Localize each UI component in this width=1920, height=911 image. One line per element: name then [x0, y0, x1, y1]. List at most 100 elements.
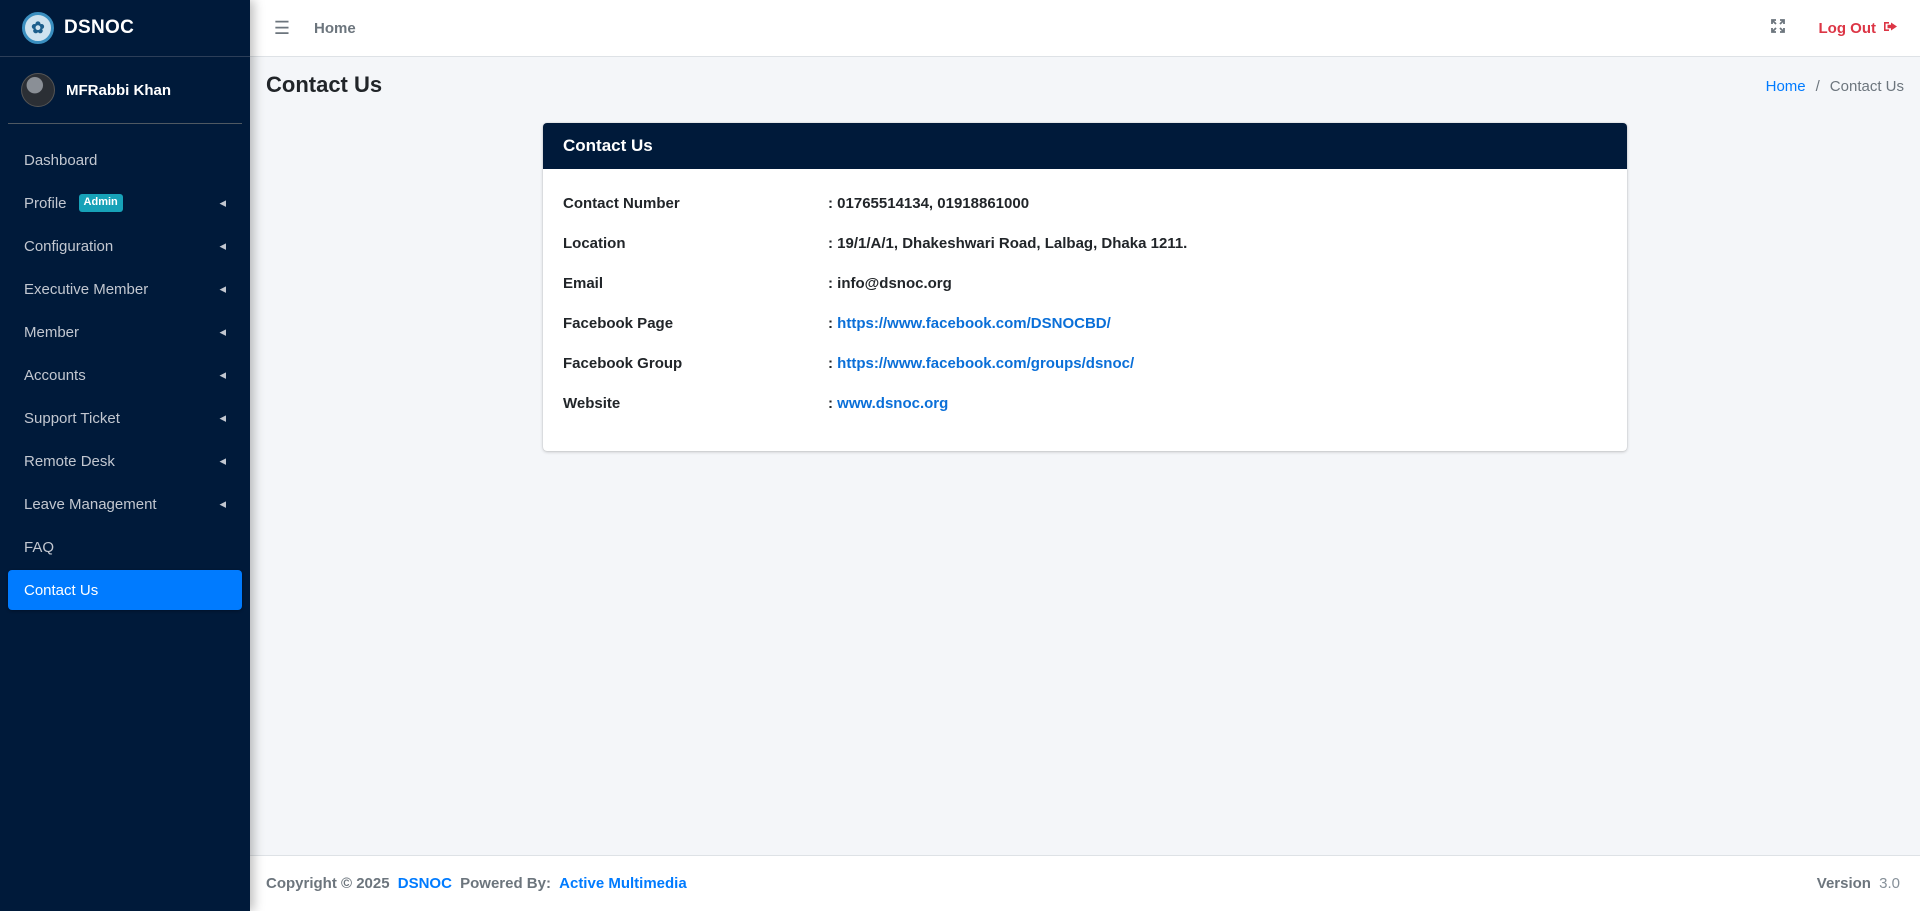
contact-row-label: Email [563, 274, 604, 292]
sidebar-item-label: Configuration [24, 237, 114, 255]
sidebar-item-label: Dashboard [24, 151, 98, 169]
sidebar-item-accounts[interactable]: Accounts ◂ [8, 355, 242, 395]
sidebar-item-leave-management[interactable]: Leave Management ◂ [8, 484, 242, 524]
contact-row-value: : https://www.facebook.com/DSNOCBD/ [828, 315, 1111, 332]
user-panel[interactable]: MFRabbi Khan [8, 57, 242, 124]
chevron-left-icon: ◂ [219, 410, 226, 425]
chevron-left-icon: ◂ [219, 496, 226, 511]
contact-row: Website: www.dsnoc.org [563, 383, 1607, 423]
footer-copyright: Copyright © 2025 DSNOC Powered By: Activ… [266, 875, 691, 892]
contact-row-value: : https://www.facebook.com/groups/dsnoc/ [828, 355, 1134, 372]
sidebar-item-remote-desk[interactable]: Remote Desk ◂ [8, 441, 242, 481]
sidebar-item-content: Contact Us [24, 582, 98, 599]
sidebar-item-label: Contact Us [24, 581, 99, 599]
sidebar-item-label: FAQ [24, 538, 55, 556]
sidebar-item-label: Member [24, 323, 80, 341]
top-right-actions: Log Out [1770, 18, 1920, 38]
sidebar-item-content: Dashboard [24, 152, 97, 169]
contact-row-label: Facebook Group [563, 354, 683, 372]
card-title: Contact Us [563, 136, 653, 155]
sidebar-item-content: Executive Member [24, 281, 148, 298]
chevron-left-icon: ◂ [219, 238, 226, 253]
contact-row-value: : info@dsnoc.org [828, 275, 952, 292]
footer-company-link[interactable]: Active Multimedia [559, 875, 687, 892]
contact-text: 01765514134, 01918861000 [837, 194, 1030, 212]
sidebar-item-content: Support Ticket [24, 410, 120, 427]
footer-version: Version 3.0 [1817, 875, 1904, 892]
card-header: Contact Us [543, 123, 1627, 169]
contact-row: Email : info@dsnoc.org [563, 263, 1607, 303]
contact-row: Contact Number: 01765514134, 01918861000 [563, 183, 1607, 223]
fullscreen-icon[interactable] [1770, 18, 1785, 38]
copyright-text: Copyright © 2025 [266, 875, 390, 892]
dsnoc-logo-icon: ✿ [22, 12, 54, 44]
contact-row-value: : 01765514134, 01918861000 [828, 195, 1029, 212]
sidebar-item-content: Configuration [24, 238, 113, 255]
brand-link[interactable]: ✿ DSNOC [0, 0, 250, 57]
sidebar-item-profile[interactable]: Profile Admin ◂ [8, 183, 242, 223]
contact-link[interactable]: www.dsnoc.org [837, 395, 948, 412]
contact-card: Contact Us Contact Number: 01765514134, … [543, 123, 1627, 451]
sidebar-item-label: Profile [24, 194, 67, 212]
chevron-left-icon: ◂ [219, 367, 226, 382]
breadcrumb-current: Contact Us [1829, 78, 1904, 95]
sidebar-item-contact-us[interactable]: Contact Us [8, 570, 242, 610]
sidebar-item-support-ticket[interactable]: Support Ticket ◂ [8, 398, 242, 438]
contact-row-prefix: : [828, 314, 838, 332]
menu-icon[interactable]: ☰ [272, 18, 292, 39]
breadcrumb: Home / Contact Us [1766, 78, 1904, 95]
sidebar-item-content: Profile Admin [24, 194, 123, 212]
contact-link[interactable]: https://www.facebook.com/groups/dsnoc/ [837, 355, 1134, 372]
avatar [21, 73, 55, 107]
sidebar-item-executive-member[interactable]: Executive Member ◂ [8, 269, 242, 309]
sidebar-item-content: FAQ [24, 539, 54, 556]
chevron-left-icon: ◂ [219, 453, 226, 468]
contact-row-prefix: : [828, 234, 838, 252]
contact-row-label: Location [563, 234, 626, 252]
chevron-left-icon: ◂ [219, 324, 226, 339]
contact-row-value: : 19/1/A/1, Dhakeshwari Road, Lalbag, Dh… [828, 235, 1187, 252]
role-badge: Admin [78, 194, 123, 212]
footer: Copyright © 2025 DSNOC Powered By: Activ… [250, 855, 1920, 911]
top-home-link[interactable]: Home [314, 20, 356, 37]
user-name: MFRabbi Khan [66, 81, 171, 99]
sidebar-item-faq[interactable]: FAQ [8, 527, 242, 567]
contact-row-label: Facebook Page [563, 314, 674, 332]
contact-row-prefix: : [828, 394, 838, 412]
breadcrumb-home-link[interactable]: Home [1766, 78, 1806, 95]
sidebar-item-configuration[interactable]: Configuration ◂ [8, 226, 242, 266]
logout-button[interactable]: Log Out [1819, 20, 1898, 37]
contact-row-prefix: : [828, 354, 838, 372]
brand-name: DSNOC [64, 17, 135, 38]
sidebar-item-label: Accounts [24, 366, 86, 384]
footer-brand-link[interactable]: DSNOC [398, 875, 452, 892]
top-navbar: ☰ Home Log Out [250, 0, 1920, 57]
breadcrumb-separator: / [1815, 78, 1820, 95]
chevron-left-icon: ◂ [219, 281, 226, 296]
contact-row-label: Contact Number [563, 194, 680, 212]
sidebar-item-dashboard[interactable]: Dashboard [8, 140, 242, 180]
contact-text: 19/1/A/1, Dhakeshwari Road, Lalbag, Dhak… [837, 234, 1188, 252]
sidebar-item-content: Remote Desk [24, 453, 115, 470]
contact-row-prefix: : [828, 274, 838, 292]
version-value: 3.0 [1879, 875, 1900, 892]
powered-by-text: Powered By: [460, 875, 551, 892]
sidebar-item-label: Support Ticket [24, 409, 120, 427]
sidebar-item-label: Remote Desk [24, 452, 115, 470]
sidebar: ✿ DSNOC MFRabbi Khan Dashboard Profile Adm… [0, 0, 250, 911]
sidebar-item-member[interactable]: Member ◂ [8, 312, 242, 352]
contact-row: Facebook Group: https://www.facebook.com… [563, 343, 1607, 383]
contact-link[interactable]: https://www.facebook.com/DSNOCBD/ [837, 315, 1111, 332]
contact-row-prefix: : [828, 194, 838, 212]
contact-row-label: Website [563, 394, 621, 412]
chevron-left-icon: ◂ [219, 195, 226, 210]
card-body: Contact Number: 01765514134, 01918861000… [543, 169, 1627, 423]
page-title: Contact Us [266, 72, 383, 97]
logout-icon [1884, 20, 1898, 37]
sidebar-item-label: Leave Management [24, 495, 157, 513]
contact-row-value: : www.dsnoc.org [828, 395, 948, 412]
sidebar-item-label: Executive Member [24, 280, 149, 298]
contact-row: Facebook Page: https://www.facebook.com/… [563, 303, 1607, 343]
version-label: Version [1816, 875, 1871, 892]
sidebar-item-content: Leave Management [24, 496, 157, 513]
